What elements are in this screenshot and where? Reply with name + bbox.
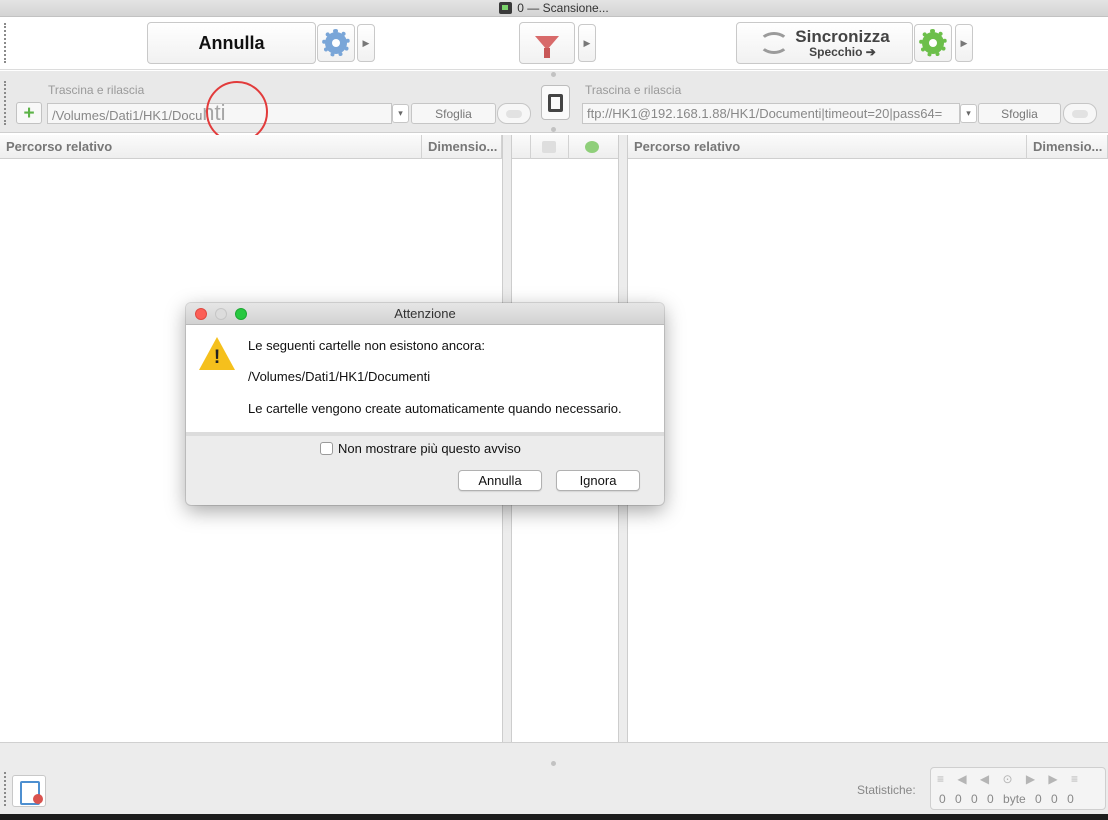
bottom-splitter[interactable] bbox=[0, 742, 1108, 766]
chevron-right-icon: ▶ bbox=[583, 37, 591, 48]
splitter-dot bbox=[551, 72, 556, 77]
left-folder-path-text: /Volumes/Dati1/HK1/Docu bbox=[52, 108, 203, 123]
right-browse-button[interactable]: Sfoglia bbox=[978, 103, 1061, 124]
chevron-right-icon: ▶ bbox=[960, 37, 968, 48]
dont-show-again-checkbox[interactable] bbox=[320, 442, 333, 455]
dialog-title: Attenzione bbox=[394, 306, 456, 321]
splitter-dot bbox=[551, 127, 556, 132]
right-column-size[interactable]: Dimensio... bbox=[1027, 135, 1108, 159]
minimize-window-button[interactable] bbox=[215, 308, 227, 320]
chevron-down-icon: ▾ bbox=[398, 108, 403, 118]
sync-icon bbox=[759, 32, 790, 54]
dialog-title-bar: Attenzione bbox=[186, 303, 664, 325]
swap-icon bbox=[548, 93, 563, 112]
synchronize-button[interactable]: Sincronizza Specchio ➔ bbox=[736, 22, 913, 64]
left-browse-button[interactable]: Sfoglia bbox=[411, 103, 496, 124]
sync-settings-button[interactable] bbox=[914, 24, 952, 62]
left-column-relative-path[interactable]: Percorso relativo bbox=[0, 135, 422, 159]
chevron-down-icon: ▾ bbox=[966, 108, 971, 118]
toolbar-grip[interactable] bbox=[4, 23, 7, 63]
gear-icon bbox=[919, 29, 947, 57]
cloud-icon bbox=[506, 109, 522, 118]
dont-show-again-row[interactable]: Non mostrare più questo avviso bbox=[320, 441, 521, 456]
sync-action-icon[interactable] bbox=[585, 141, 599, 153]
right-path-history-dropdown[interactable]: ▾ bbox=[960, 104, 977, 123]
app-icon bbox=[499, 2, 513, 14]
window-title-bar: 0 — Scansione... bbox=[0, 0, 1108, 17]
dialog-message-line3: Le cartelle vengono create automaticamen… bbox=[248, 401, 622, 416]
filter-menu-button[interactable]: ▶ bbox=[578, 24, 596, 62]
middle-grid-header bbox=[512, 135, 618, 159]
main-toolbar: Annulla ▶ ▶ Sincronizza Specchio ➔ ▶ bbox=[0, 17, 1108, 70]
gear-icon bbox=[322, 29, 350, 57]
right-cloud-button[interactable] bbox=[1063, 103, 1097, 124]
cancel-scan-button[interactable]: Annulla bbox=[147, 22, 316, 64]
right-file-grid[interactable] bbox=[628, 160, 1108, 742]
dialog-cancel-button[interactable]: Annulla bbox=[458, 470, 542, 491]
sync-variant: Specchio ➔ bbox=[809, 44, 876, 59]
statusbar-grip[interactable] bbox=[4, 772, 7, 806]
right-grid-header: Percorso relativo Dimensio... bbox=[628, 135, 1108, 159]
left-grid-header: Percorso relativo Dimensio... bbox=[0, 135, 502, 159]
swap-sides-button[interactable] bbox=[541, 85, 570, 120]
chevron-right-icon: ▶ bbox=[362, 37, 370, 48]
dialog-message-area: ! Le seguenti cartelle non esistono anco… bbox=[186, 325, 664, 432]
dialog-footer: Non mostrare più questo avviso Annulla I… bbox=[186, 432, 664, 505]
plus-icon: + bbox=[23, 102, 35, 124]
window-title: 0 — Scansione... bbox=[517, 1, 609, 15]
dialog-ignore-button[interactable]: Ignora bbox=[556, 470, 640, 491]
dont-show-again-label[interactable]: Non mostrare più questo avviso bbox=[338, 441, 521, 456]
compare-variant-menu-button[interactable]: ▶ bbox=[357, 24, 375, 62]
category-icon[interactable] bbox=[542, 141, 556, 153]
folderbar-grip[interactable] bbox=[4, 81, 7, 125]
sync-title: Sincronizza bbox=[795, 26, 890, 46]
statistics-values: 0 0 0 0 byte 0 0 0 bbox=[939, 792, 1074, 806]
funnel-icon bbox=[535, 36, 559, 58]
log-panel-button[interactable] bbox=[12, 775, 46, 807]
dialog-message-line1: Le seguenti cartelle non esistono ancora… bbox=[248, 338, 486, 353]
sync-variant-menu-button[interactable]: ▶ bbox=[955, 24, 973, 62]
right-folder-path-input[interactable]: ftp://HK1@192.168.1.88/HK1/Documenti|tim… bbox=[582, 103, 960, 124]
left-path-history-dropdown[interactable]: ▾ bbox=[392, 104, 409, 123]
statistics-icons: ≡ ◀ ◀ ⊙ ▶ ▶ ≡ bbox=[937, 772, 1083, 786]
desktop-strip bbox=[0, 814, 1108, 820]
statistics-panel: ≡ ◀ ◀ ⊙ ▶ ▶ ≡ 0 0 0 0 byte 0 0 0 bbox=[930, 767, 1106, 810]
highlight-circle bbox=[206, 81, 268, 143]
left-cloud-button[interactable] bbox=[497, 103, 531, 124]
zoom-window-button[interactable] bbox=[235, 308, 247, 320]
close-window-button[interactable] bbox=[195, 308, 207, 320]
status-bar: Statistiche: ≡ ◀ ◀ ⊙ ▶ ▶ ≡ 0 0 0 0 byte … bbox=[0, 766, 1108, 814]
dialog-missing-folder-path: /Volumes/Dati1/HK1/Documenti bbox=[248, 369, 431, 384]
filter-button[interactable] bbox=[519, 22, 575, 64]
compare-settings-button[interactable] bbox=[317, 24, 355, 62]
right-column-relative-path[interactable]: Percorso relativo bbox=[628, 135, 1027, 159]
right-folder-path-text: ftp://HK1@192.168.1.88/HK1/Documenti|tim… bbox=[587, 106, 943, 121]
right-drop-label: Trascina e rilascia bbox=[585, 83, 682, 97]
warning-dialog: Attenzione ! Le seguenti cartelle non es… bbox=[186, 303, 664, 505]
cloud-icon bbox=[1072, 109, 1088, 118]
statistics-label: Statistiche: bbox=[857, 783, 916, 797]
add-folder-pair-button[interactable]: + bbox=[16, 102, 42, 124]
left-drop-label: Trascina e rilascia bbox=[48, 83, 145, 97]
folder-pair-bar: Trascina e rilascia + /Volumes/Dati1/HK1… bbox=[0, 71, 1108, 133]
left-column-size[interactable]: Dimensio... bbox=[422, 135, 502, 159]
